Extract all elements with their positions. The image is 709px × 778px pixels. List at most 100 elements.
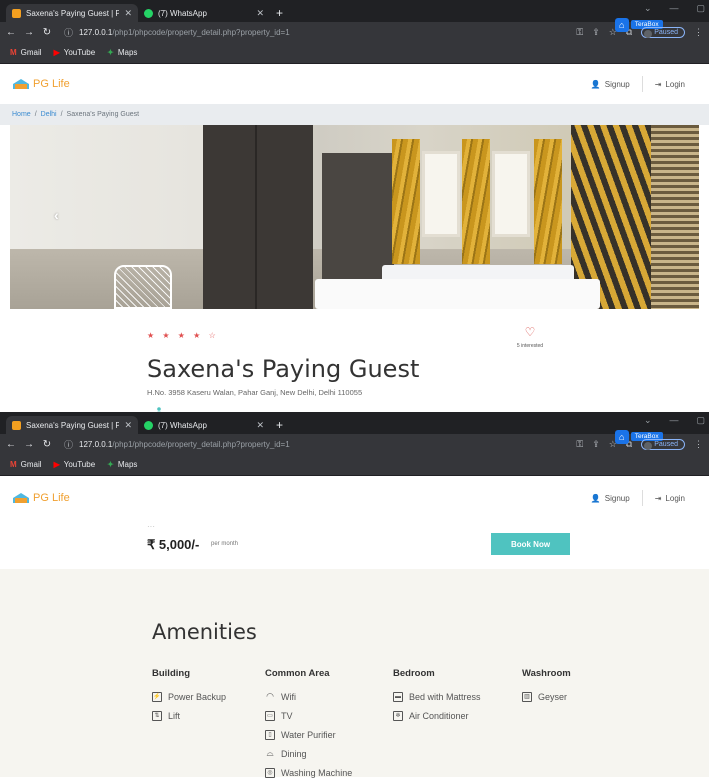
share-icon[interactable]: ⇪ (592, 27, 600, 38)
share-icon[interactable]: ⇪ (592, 439, 600, 450)
breadcrumb-home[interactable]: Home (12, 111, 31, 118)
forward-icon[interactable]: → (24, 27, 34, 38)
terabox-icon: ⌂ (614, 17, 629, 32)
amenities-heading: Common Area (265, 668, 330, 679)
key-icon[interactable]: ⚿ (576, 439, 583, 450)
minimize-icon[interactable]: — (669, 415, 678, 426)
back-icon[interactable]: ← (6, 27, 16, 38)
rent-section: ··· ₹ 5,000/- per month Book Now (0, 520, 709, 569)
pg-life-favicon-icon (12, 8, 21, 18)
maximize-icon[interactable]: ▢ (696, 415, 705, 426)
url-path: /php1/phpcode/property_detail.php?proper… (112, 439, 290, 449)
photo-curtain (534, 139, 562, 264)
amenities-heading: Bedroom (393, 668, 435, 679)
close-icon[interactable]: ✕ (256, 8, 264, 19)
amenities-heading: Washroom (522, 668, 571, 679)
book-now-button[interactable]: Book Now (491, 533, 570, 555)
property-image-carousel[interactable]: ‹ (10, 125, 699, 309)
property-details: ★ ★ ★ ★ ☆ ♡ 5 interested Saxena's Paying… (0, 309, 709, 416)
url-host: 127.0.0.1 (79, 27, 113, 37)
back-icon[interactable]: ← (6, 439, 16, 450)
photo-blinds (651, 125, 699, 309)
amenity-item: ⇅ Lift (152, 706, 226, 725)
info-icon[interactable]: ⓘ (64, 438, 73, 451)
carousel-prev-icon[interactable]: ‹ (54, 207, 59, 223)
breadcrumb-divider: / (34, 111, 37, 118)
profile-paused-button[interactable]: Paused (641, 438, 685, 450)
terabox-extension[interactable]: ☆ ⌂ TeraBox (609, 17, 663, 38)
forward-icon[interactable]: → (24, 439, 34, 450)
chevron-down-icon[interactable]: ⌄ (644, 3, 652, 14)
maximize-icon[interactable]: ▢ (696, 3, 705, 14)
logo-text: PG Life (33, 492, 70, 504)
key-icon[interactable]: ⚿ (576, 27, 583, 38)
amenities-title: Amenities (152, 620, 257, 644)
address-bar-row: ← → ↻ ⓘ 127.0.0.1/php1/phpcode/property_… (0, 429, 709, 454)
photo-window (492, 151, 530, 237)
reload-icon[interactable]: ↻ (42, 27, 52, 38)
bookmark-gmail[interactable]: M Gmail (10, 460, 42, 469)
amenity-item: ◎ Washing Machine (265, 763, 352, 778)
bookmark-maps[interactable]: ✦ Maps (107, 48, 137, 57)
photo-curtain (392, 139, 420, 264)
toolbar-icons: ⚿ ⇪ ☆ ⌂ TeraBox ⧉ Paused ⋮ (576, 17, 703, 38)
signup-link[interactable]: 👤 Signup (579, 80, 642, 89)
login-link[interactable]: ⇥ Login (643, 494, 697, 503)
amenity-label: Power Backup (168, 691, 227, 702)
tab-bar: Saxena's Paying Guest | PG Life ✕ (7) Wh… (0, 0, 709, 22)
house-icon (12, 492, 30, 504)
breadcrumb-city[interactable]: Delhi (41, 111, 57, 118)
close-icon[interactable]: ✕ (124, 420, 132, 431)
profile-paused-button[interactable]: Paused (641, 26, 685, 38)
url-field[interactable]: ⓘ 127.0.0.1/php1/phpcode/property_detail… (60, 436, 568, 452)
bookmark-youtube[interactable]: ▶ YouTube (54, 48, 96, 57)
minimize-icon[interactable]: — (669, 3, 678, 14)
amenity-item: ▥ Geyser (522, 687, 571, 706)
terabox-extension[interactable]: ☆ ⌂ TeraBox (609, 429, 663, 450)
photo-window (422, 151, 460, 237)
bookmarks-bar: M Gmail ▶ YouTube ✦ Maps (0, 454, 709, 476)
new-tab-button[interactable]: + (270, 416, 289, 434)
menu-icon[interactable]: ⋮ (694, 439, 703, 450)
logo-text: PG Life (33, 78, 70, 90)
bookmark-label: Maps (117, 48, 138, 57)
tab-bar: Saxena's Paying Guest | PG Life ✕ (7) Wh… (0, 412, 709, 434)
pg-life-logo[interactable]: PG Life (12, 78, 70, 90)
amenity-label: TV (281, 710, 293, 721)
tab-whatsapp[interactable]: (7) WhatsApp ✕ (138, 4, 270, 22)
photo-chair (114, 265, 172, 309)
youtube-icon: ▶ (53, 460, 60, 469)
url-field[interactable]: ⓘ 127.0.0.1/php1/phpcode/property_detail… (60, 24, 568, 40)
amenity-label: Water Purifier (281, 729, 336, 740)
maps-icon: ✦ (107, 460, 114, 469)
login-label: Login (665, 79, 685, 89)
interested-toggle[interactable]: ♡ 5 interested (510, 323, 550, 349)
close-icon[interactable]: ✕ (256, 420, 264, 431)
amenity-label: Bed with Mattress (409, 691, 481, 702)
amenity-item: ▯ Water Purifier (265, 725, 352, 744)
screenshot-frame: Saxena's Paying Guest | PG Life ✕ (7) Wh… (0, 0, 709, 778)
info-icon[interactable]: ⓘ (64, 26, 73, 39)
chevron-down-icon[interactable]: ⌄ (644, 415, 652, 426)
menu-icon[interactable]: ⋮ (694, 27, 703, 38)
close-icon[interactable]: ✕ (124, 8, 132, 19)
signup-link[interactable]: 👤 Signup (579, 494, 642, 503)
tab-whatsapp[interactable]: (7) WhatsApp ✕ (138, 416, 270, 434)
new-tab-button[interactable]: + (270, 4, 289, 22)
url-path: /php1/phpcode/property_detail.php?proper… (112, 27, 290, 37)
tab-pg-life[interactable]: Saxena's Paying Guest | PG Life ✕ (6, 416, 138, 434)
amenities-section: Amenities Building ⚡ Power Backup ⇅ Lift C… (0, 569, 709, 778)
tab-pg-life[interactable]: Saxena's Paying Guest | PG Life ✕ (6, 4, 138, 22)
reload-icon[interactable]: ↻ (42, 439, 52, 450)
pg-life-logo[interactable]: PG Life (12, 492, 70, 504)
bookmark-gmail[interactable]: M Gmail (10, 48, 42, 57)
login-link[interactable]: ⇥ Login (643, 80, 697, 89)
user-icon: 👤 (590, 79, 601, 89)
heart-icon[interactable]: ♡ (525, 325, 536, 339)
breadcrumb: Home / Delhi / Saxena's Paying Guest (0, 104, 709, 125)
bookmark-maps[interactable]: ✦ Maps (107, 460, 137, 469)
amenity-label: Dining (281, 748, 307, 759)
amenities-column-washroom: Washroom ▥ Geyser (522, 668, 571, 706)
bookmark-youtube[interactable]: ▶ YouTube (54, 460, 96, 469)
gmail-icon: M (10, 48, 17, 57)
